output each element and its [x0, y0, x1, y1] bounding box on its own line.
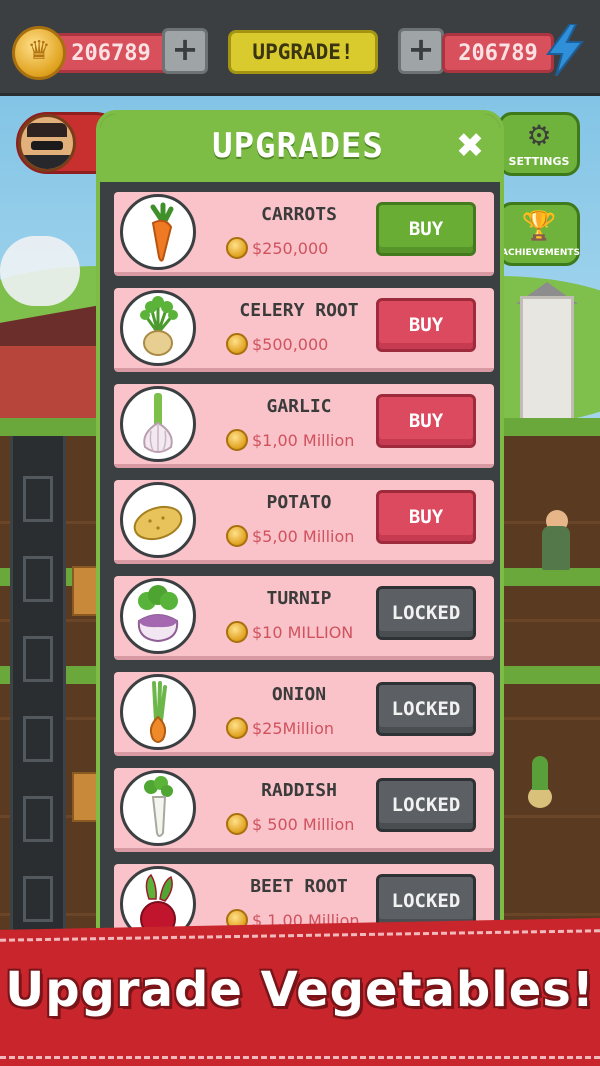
coin-icon [12, 26, 66, 80]
buy-carrots-button[interactable]: BUY [376, 202, 476, 256]
coin-icon [226, 525, 248, 547]
growing-plant-icon [520, 756, 560, 816]
coin-icon [226, 621, 248, 643]
radish-icon [120, 770, 196, 846]
price-amount: $500,000 [252, 334, 329, 354]
price-amount: $ 500 Million [252, 814, 355, 834]
price-amount: $25Million [252, 718, 335, 738]
list-item: CARROTS $250,000 BUY [114, 192, 494, 276]
price-amount: $5,00 Million [252, 526, 355, 546]
price-tag: $500,000 [226, 332, 328, 356]
top-hud: 206789 + UPGRADE! + 206789 [0, 0, 600, 96]
vegetable-name: CARROTS [261, 204, 337, 225]
close-icon[interactable]: ✖ [450, 126, 490, 166]
price-tag: $10 MILLION [226, 620, 353, 644]
price-tag: $25Million [226, 716, 334, 740]
list-item: ONION $25Million LOCKED [114, 672, 494, 756]
add-energy-button[interactable]: + [398, 28, 444, 74]
price-amount: $250,000 [252, 238, 329, 258]
coin-icon [226, 717, 248, 739]
coins-counter: 206789 [52, 33, 170, 73]
turnip-locked-button[interactable]: LOCKED [376, 586, 476, 640]
settings-label: SETTINGS [508, 155, 570, 168]
settings-button[interactable]: ⚙ SETTINGS [498, 112, 580, 176]
coin-icon [226, 333, 248, 355]
garlic-icon [120, 386, 196, 462]
list-item: RADDISH $ 500 Million LOCKED [114, 768, 494, 852]
price-tag: $ 500 Million [226, 812, 354, 836]
potato-icon [120, 482, 196, 558]
vegetable-name: RADDISH [261, 780, 337, 801]
beet-root-locked-button[interactable]: LOCKED [376, 874, 476, 928]
vegetable-name: BEET ROOT [250, 876, 348, 897]
celery-root-icon [120, 290, 196, 366]
carrot-icon [120, 194, 196, 270]
price-tag: $5,00 Million [226, 524, 354, 548]
list-item: POTATO $5,00 Million BUY [114, 480, 494, 564]
price-tag: $1,00 Million [226, 428, 354, 452]
coin-icon [226, 429, 248, 451]
achievements-button[interactable]: 🏆 ACHIEVEMENTS [498, 202, 580, 266]
achievements-label: ACHIEVEMENTS [501, 248, 580, 258]
vegetable-name: POTATO [266, 492, 332, 513]
onion-icon [120, 674, 196, 750]
avatar[interactable] [18, 114, 76, 172]
price-amount: $1,00 Million [252, 430, 355, 450]
turnip-icon [120, 578, 196, 654]
coin-icon [226, 813, 248, 835]
vegetable-name: ONION [271, 684, 327, 705]
add-coins-button[interactable]: + [162, 28, 208, 74]
energy-counter: 206789 [442, 33, 554, 73]
banner-caption: Upgrade Vegetables! [5, 962, 595, 1018]
vegetable-name: TURNIP [266, 588, 332, 609]
list-item: GARLIC $1,00 Million BUY [114, 384, 494, 468]
panel-title: UPGRADES [212, 126, 384, 166]
price-tag: $250,000 [226, 236, 328, 260]
upgrades-panel: UPGRADES ✖ CARROTS $250,000 BUY CELERY R… [96, 110, 504, 960]
list-item: TURNIP $10 MILLION LOCKED [114, 576, 494, 660]
radish-locked-button[interactable]: LOCKED [376, 778, 476, 832]
coin-icon [226, 237, 248, 259]
banner-stitching [0, 1056, 600, 1059]
buy-celery-root-button[interactable]: BUY [376, 298, 476, 352]
buy-potato-button[interactable]: BUY [376, 490, 476, 544]
list-item: CELERY ROOT $500,000 BUY [114, 288, 494, 372]
gear-icon: ⚙ [526, 119, 552, 152]
panel-header: UPGRADES ✖ [100, 114, 500, 182]
price-amount: $10 MILLION [252, 622, 354, 642]
upgrade-button[interactable]: UPGRADE! [228, 30, 378, 74]
farmer-character [542, 526, 570, 570]
lightning-bolt-icon [546, 24, 585, 76]
onion-locked-button[interactable]: LOCKED [376, 682, 476, 736]
chimney-smoke [0, 236, 80, 306]
trophy-icon: 🏆 [521, 209, 557, 242]
vegetable-name: CELERY ROOT [239, 300, 359, 321]
vegetable-name: GARLIC [266, 396, 332, 417]
buy-garlic-button[interactable]: BUY [376, 394, 476, 448]
